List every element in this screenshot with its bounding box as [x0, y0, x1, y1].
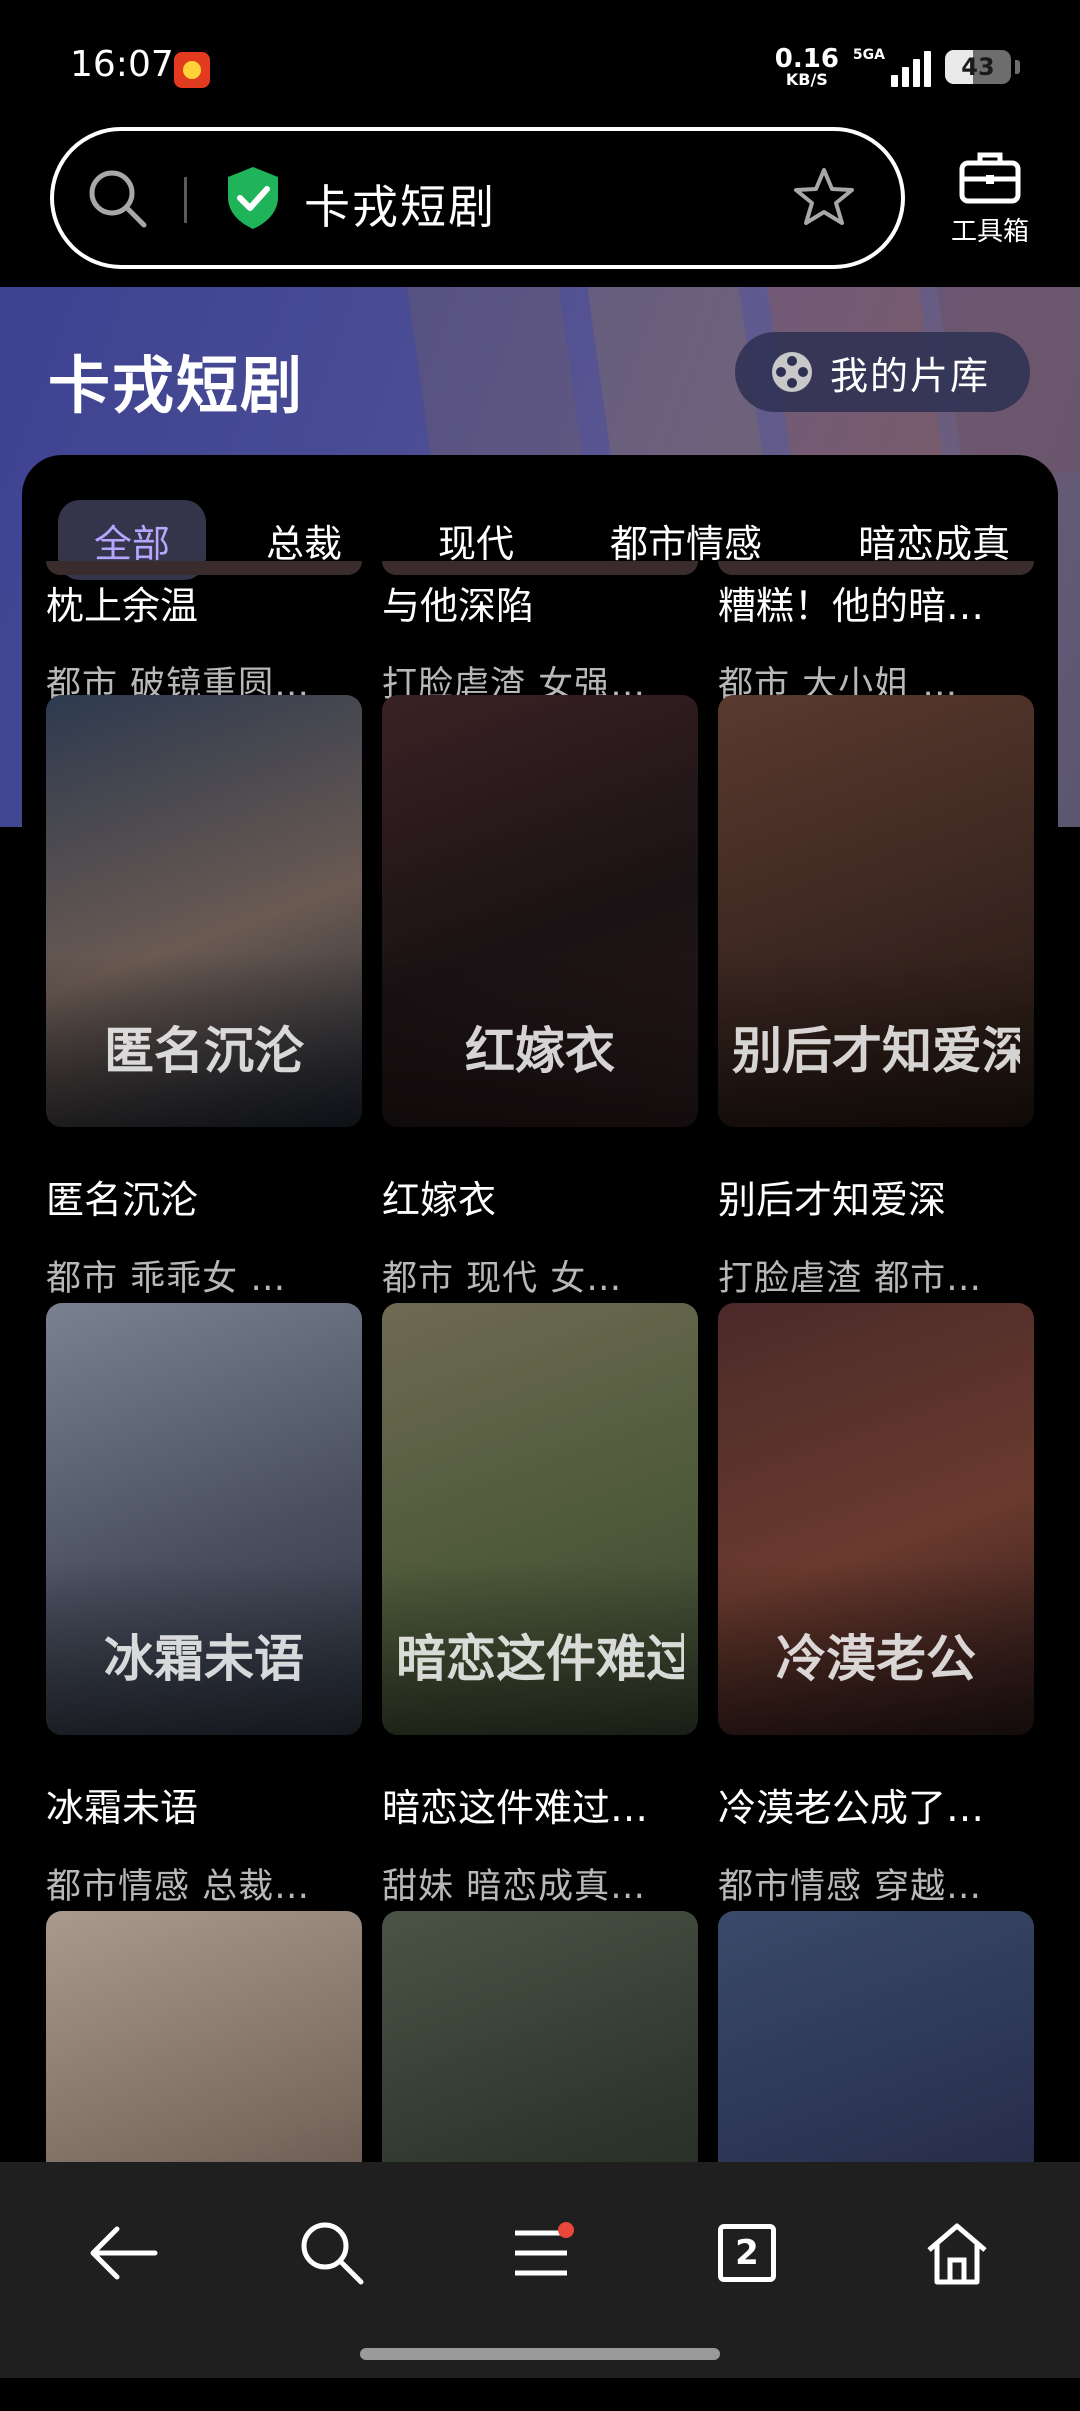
drama-title: 别后才知爱深 [718, 1178, 947, 1222]
status-time: 16:07 [70, 44, 174, 85]
drama-tags: 打脸虐渣 都市… [718, 1259, 983, 1299]
drama-title: 与他深陷 [382, 584, 535, 628]
poster-title-art: 别后才知爱深 [732, 1021, 1020, 1080]
poster-title-art: 冷漠老公 [776, 1629, 976, 1688]
search-button[interactable] [287, 2208, 377, 2298]
search-icon[interactable] [86, 167, 150, 231]
drama-tags: 都市情感 总裁… [46, 1867, 311, 1907]
toolbox-label: 工具箱 [950, 217, 1029, 247]
page-title: 卡戎短剧 [48, 349, 305, 422]
back-icon [90, 2226, 158, 2280]
address-divider [184, 177, 187, 223]
drama-tags: 都市情感 穿越… [718, 1867, 983, 1907]
poster-edge [46, 561, 362, 575]
battery-level: 43 [961, 53, 995, 81]
poster-title-art: 暗恋这件难过的小事 [396, 1629, 684, 1688]
bottom-nav: 2 [0, 2162, 1080, 2378]
drama-card[interactable]: 与他深陷 打脸虐渣 女强… [382, 561, 698, 707]
poster-title-art: 冰霜未语 [104, 1629, 304, 1688]
poster-edge [718, 561, 1034, 575]
drama-poster[interactable]: 别后才知爱深 [718, 695, 1034, 1127]
signal-icon: 5GA [853, 47, 931, 87]
drama-title: 冰霜未语 [46, 1786, 199, 1830]
network-speed-unit: KB/S [785, 70, 828, 89]
back-button[interactable] [78, 2208, 168, 2298]
drama-card[interactable]: 别后才知爱深 别后才知爱深 打脸虐渣 都市… [718, 695, 1034, 1301]
poster-title-art: 红嫁衣 [465, 1021, 615, 1080]
toolbox-icon [959, 152, 1021, 204]
browser-toolbar: 卡戎短剧 工具箱 [0, 125, 1080, 287]
drama-tags: 都市 现代 女… [382, 1259, 623, 1299]
address-bar[interactable]: 卡戎短剧 [50, 127, 905, 269]
drama-poster[interactable]: 冷漠老公 [718, 1303, 1034, 1735]
drama-tags: 甜妹 暗恋成真… [382, 1867, 647, 1907]
status-indicators: 0.16 KB/S 5GA 43 [775, 42, 1020, 92]
notification-app-icon [174, 52, 210, 88]
toolbox-button[interactable]: 工具箱 [930, 149, 1050, 269]
film-reel-icon [772, 352, 812, 392]
content-panel: 全部 总裁 现代 都市情感 暗恋成真 枕上余温 都市 破镜重圆… 与他深陷 打脸虐渣 女强… 糟… [22, 455, 1058, 2343]
tabs-button[interactable]: 2 [702, 2208, 792, 2298]
drama-title: 冷漠老公成了… [718, 1786, 985, 1830]
search-icon [301, 2222, 364, 2285]
bookmark-star-icon[interactable] [791, 165, 857, 231]
menu-button[interactable] [496, 2208, 586, 2298]
drama-card[interactable]: 暗恋这件难过的小事暗恋这件难过… 甜妹 暗恋成真… [382, 1303, 698, 1909]
drama-card[interactable]: 匿名沉沦 匿名沉沦 都市 乖乖女 … [46, 695, 362, 1301]
home-icon [927, 2223, 987, 2285]
drama-title: 暗恋这件难过… [382, 1786, 649, 1830]
poster-edge [382, 561, 698, 575]
network-speed-value: 0.16 [774, 44, 839, 74]
my-library-label: 我的片库 [830, 353, 991, 398]
tabs-icon: 2 [718, 2224, 776, 2282]
drama-title: 枕上余温 [46, 584, 199, 628]
network-speed: 0.16 KB/S [775, 46, 839, 88]
notification-dot [558, 2222, 574, 2238]
drama-title: 匿名沉沦 [46, 1178, 199, 1222]
status-bar: 16:07 0.16 KB/S 5GA 43 [0, 0, 1080, 130]
home-indicator[interactable] [360, 2348, 720, 2360]
shield-check-icon[interactable] [224, 165, 282, 231]
drama-card[interactable]: 糟糕！他的暗… 都市 大小姐 … [718, 561, 1034, 707]
drama-poster[interactable]: 匿名沉沦 [46, 695, 362, 1127]
battery-icon: 43 [945, 50, 1011, 84]
drama-title: 糟糕！他的暗… [718, 584, 985, 628]
address-text[interactable]: 卡戎短剧 [304, 171, 496, 237]
drama-poster[interactable]: 暗恋这件难过的小事 [382, 1303, 698, 1735]
drama-tags: 都市 乖乖女 … [46, 1259, 287, 1299]
drama-poster[interactable]: 冰霜未语 [46, 1303, 362, 1735]
poster-title-art: 匿名沉沦 [104, 1021, 304, 1080]
drama-card[interactable]: 红嫁衣 红嫁衣 都市 现代 女… [382, 695, 698, 1301]
my-library-button[interactable]: 我的片库 [735, 332, 1030, 412]
drama-card[interactable]: 冷漠老公冷漠老公成了… 都市情感 穿越… [718, 1303, 1034, 1909]
home-button[interactable] [912, 2208, 1002, 2298]
network-type-label: 5GA [852, 47, 885, 63]
drama-card[interactable]: 冰霜未语 冰霜未语 都市情感 总裁… [46, 1303, 362, 1909]
drama-card[interactable]: 枕上余温 都市 破镜重圆… [46, 561, 362, 707]
drama-poster[interactable]: 红嫁衣 [382, 695, 698, 1127]
drama-title: 红嫁衣 [382, 1178, 497, 1222]
